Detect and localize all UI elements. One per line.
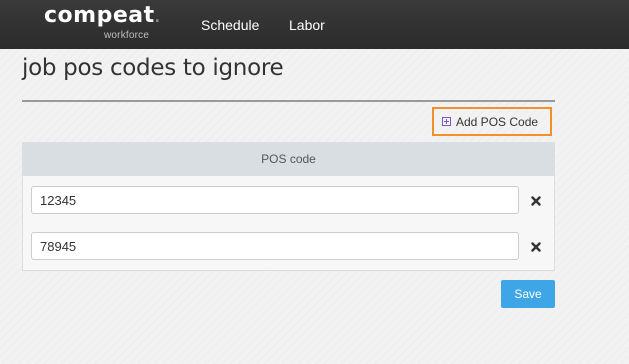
pos-code-input[interactable] <box>31 232 519 260</box>
page-title: job pos codes to ignore <box>22 55 284 81</box>
compeat-logo[interactable]: compeat. workforce <box>44 3 161 41</box>
logo-subtitle: workforce <box>104 30 150 41</box>
save-button[interactable]: Save <box>501 280 555 308</box>
close-icon[interactable] <box>528 193 544 209</box>
table-header: POS code <box>22 142 555 176</box>
add-pos-code-button[interactable]: Add POS Code <box>432 107 552 136</box>
add-pos-code-label: Add POS Code <box>456 114 539 129</box>
pos-code-input[interactable] <box>31 186 519 214</box>
logo-wordmark: compeat. <box>44 3 161 28</box>
column-header-pos-code: POS code <box>261 152 316 166</box>
top-navigation-bar: compeat. workforce Schedule Labor <box>0 0 629 49</box>
title-divider <box>22 100 555 102</box>
plus-square-icon <box>442 117 451 126</box>
nav-labor[interactable]: Labor <box>289 17 325 33</box>
nav-schedule[interactable]: Schedule <box>201 17 259 33</box>
close-icon[interactable] <box>528 239 544 255</box>
